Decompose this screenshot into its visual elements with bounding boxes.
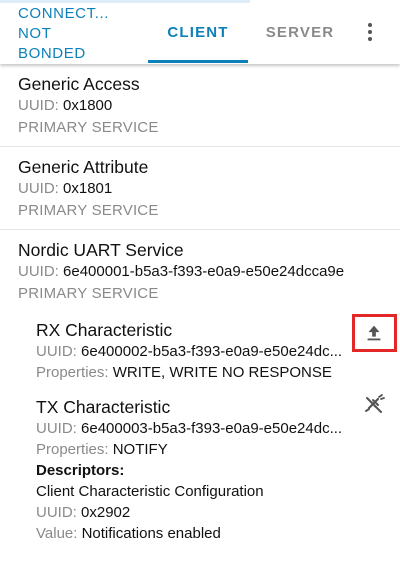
- notifications-off-icon[interactable]: [359, 389, 389, 419]
- uuid-label: UUID:: [18, 263, 59, 280]
- service-name: Nordic UART Service: [18, 240, 184, 260]
- uuid-value: 6e400002-b5a3-f393-e0a9-e50e24dc...: [81, 343, 343, 360]
- characteristic-name: TX Characteristic: [36, 397, 171, 417]
- service-name: Generic Access: [18, 74, 140, 94]
- uuid-label: UUID:: [36, 343, 77, 360]
- service-name: Generic Attribute: [18, 157, 149, 177]
- service-item-generic-access[interactable]: Generic Access UUID: 0x1800 PRIMARY SERV…: [0, 64, 400, 147]
- connection-status: CONNECT... NOT BONDED: [18, 4, 130, 64]
- properties-label: Properties:: [36, 441, 109, 458]
- uuid-value: 0x2902: [81, 504, 131, 521]
- characteristic-properties-row: Properties: WRITE, WRITE NO RESPONSE: [36, 362, 390, 383]
- characteristic-name: RX Characteristic: [36, 320, 173, 340]
- characteristic-uuid-row: UUID: 6e400003-b5a3-f393-e0a9-e50e24dc..…: [36, 418, 390, 439]
- uuid-label: UUID:: [36, 420, 77, 437]
- service-uuid-row: UUID: 0x1801: [18, 178, 400, 200]
- service-uuid-row: UUID: 6e400001-b5a3-f393-e0a9-e50e24dcca…: [18, 261, 400, 283]
- service-type: PRIMARY SERVICE: [18, 119, 159, 136]
- service-type: PRIMARY SERVICE: [18, 202, 159, 219]
- services-list: Generic Access UUID: 0x1800 PRIMARY SERV…: [0, 64, 400, 544]
- more-vert-icon[interactable]: [355, 14, 385, 50]
- uuid-value: 0x1800: [63, 97, 113, 114]
- active-tab-indicator: [148, 60, 248, 63]
- characteristic-item-rx[interactable]: RX Characteristic UUID: 6e400002-b5a3-f3…: [0, 305, 400, 383]
- descriptor-uuid-row: UUID: 0x2902: [36, 502, 390, 523]
- descriptor-item-cccd[interactable]: Client Characteristic Configuration UUID…: [36, 481, 400, 544]
- descriptor-value: Notifications enabled: [81, 525, 221, 542]
- descriptors-title: Descriptors:: [36, 462, 125, 479]
- service-item-nordic-uart[interactable]: Nordic UART Service UUID: 6e400001-b5a3-…: [0, 230, 400, 544]
- top-app-bar: CONNECT... NOT BONDED CLIENT SERVER: [0, 0, 400, 64]
- uuid-value: 6e400003-b5a3-f393-e0a9-e50e24dc...: [81, 420, 343, 437]
- descriptor-name: Client Characteristic Configuration: [36, 483, 264, 500]
- connection-status-line2: NOT: [18, 25, 52, 42]
- characteristic-uuid-row: UUID: 6e400002-b5a3-f393-e0a9-e50e24dc..…: [36, 341, 390, 362]
- value-label: Value:: [36, 525, 78, 542]
- connection-status-line3: BONDED: [18, 45, 86, 62]
- tab-server[interactable]: SERVER: [250, 0, 350, 64]
- connection-status-line1: CONNECT...: [18, 5, 110, 22]
- uuid-label: UUID:: [18, 97, 59, 114]
- descriptor-value-row: Value: Notifications enabled: [36, 523, 390, 544]
- tab-client[interactable]: CLIENT: [148, 0, 248, 64]
- uuid-label: UUID:: [18, 180, 59, 197]
- upload-icon[interactable]: [359, 318, 389, 348]
- uuid-value: 6e400001-b5a3-f393-e0a9-e50e24dcca9e: [63, 263, 345, 280]
- properties-value: WRITE, WRITE NO RESPONSE: [112, 364, 332, 381]
- characteristic-item-tx[interactable]: TX Characteristic UUID: 6e400003-b5a3-f3…: [0, 383, 400, 544]
- properties-value: NOTIFY: [112, 441, 168, 458]
- characteristic-properties-row: Properties: NOTIFY: [36, 439, 390, 460]
- download-icon[interactable]: [395, 477, 400, 507]
- uuid-value: 0x1801: [63, 180, 113, 197]
- service-type: PRIMARY SERVICE: [18, 285, 159, 302]
- service-item-generic-attribute[interactable]: Generic Attribute UUID: 0x1801 PRIMARY S…: [0, 147, 400, 230]
- uuid-label: UUID:: [36, 504, 77, 521]
- service-uuid-row: UUID: 0x1800: [18, 95, 400, 117]
- properties-label: Properties:: [36, 364, 109, 381]
